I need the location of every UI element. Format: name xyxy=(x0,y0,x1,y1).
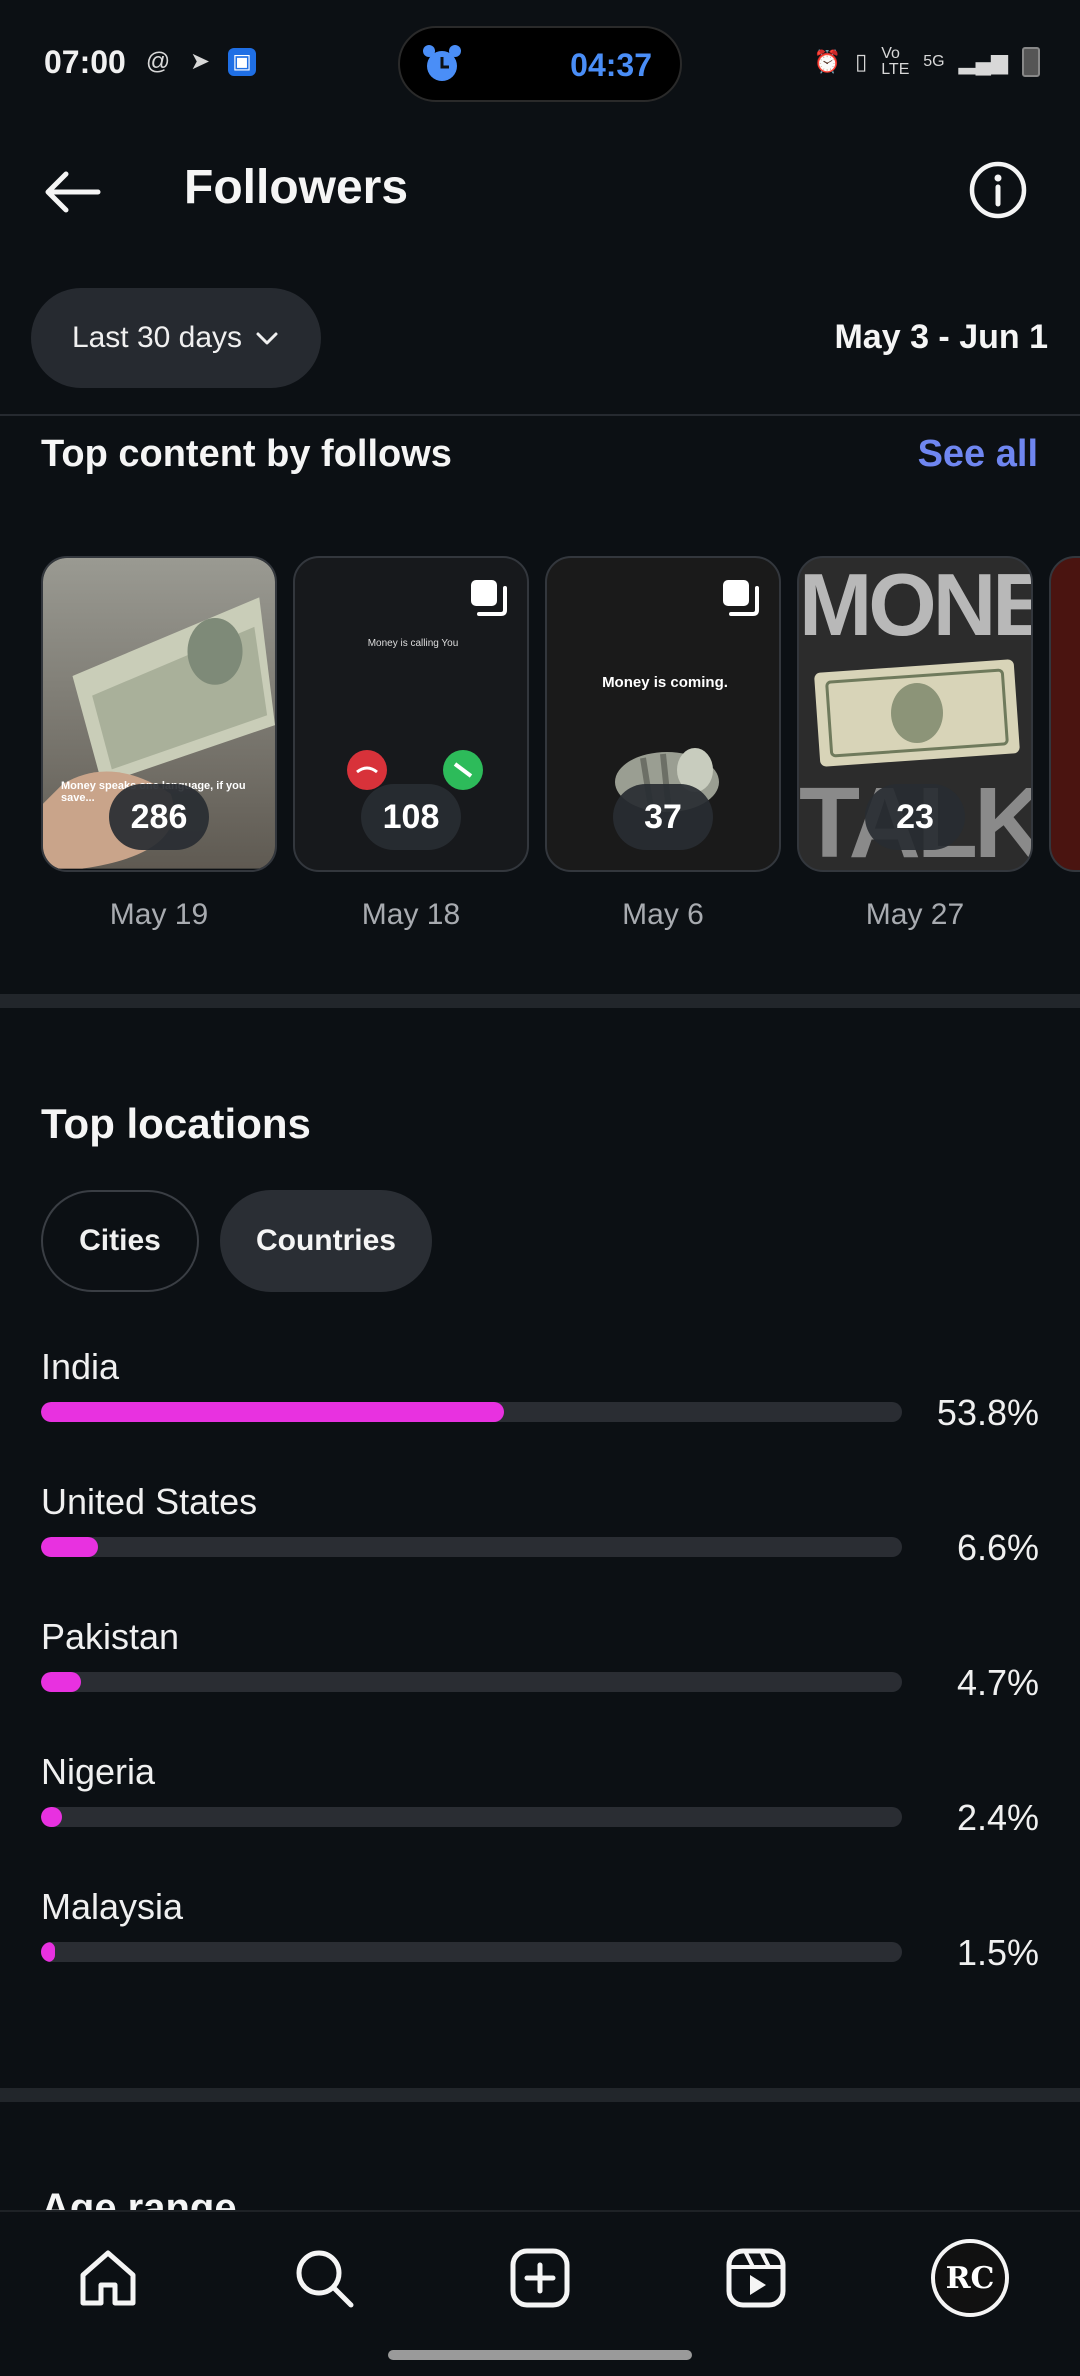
system-icons: ⏰ ▯ Vo LTE 5G ▂▄▆ xyxy=(814,46,1040,78)
thumbnail-date: May 19 xyxy=(109,898,209,931)
divider xyxy=(0,414,1080,416)
info-icon[interactable] xyxy=(968,160,1028,220)
search-icon xyxy=(296,2250,354,2308)
section-divider xyxy=(0,994,1080,1008)
dollar-bill-image xyxy=(814,659,1020,767)
location-percentage: 1.5% xyxy=(956,1932,1039,1973)
location-row: India 53.8% xyxy=(41,1346,1041,1456)
location-name: India xyxy=(41,1346,120,1387)
top-content-title: Top content by follows xyxy=(41,433,452,475)
location-row: Pakistan 4.7% xyxy=(41,1616,1041,1726)
carousel-icon xyxy=(471,580,507,616)
home-icon xyxy=(80,2250,136,2306)
nav-reels[interactable] xyxy=(716,2238,796,2318)
profile-avatar: RC xyxy=(931,2239,1009,2317)
alarm-icon: ⏰ xyxy=(813,49,842,74)
location-percentage: 53.8% xyxy=(936,1392,1039,1433)
see-all-link[interactable]: See all xyxy=(918,433,1038,476)
location-name: Pakistan xyxy=(41,1616,180,1657)
location-percentage: 4.7% xyxy=(956,1662,1039,1703)
location-bar-fill xyxy=(41,1672,81,1692)
location-bar-fill xyxy=(41,1807,62,1827)
section-divider xyxy=(0,2088,1080,2102)
location-bar-fill xyxy=(41,1942,55,1962)
location-bar-track xyxy=(41,1402,902,1422)
nav-profile[interactable]: RC xyxy=(930,2238,1010,2318)
thumbnail-caption-top: MONEY xyxy=(799,556,1031,654)
location-name: Nigeria xyxy=(41,1751,156,1792)
location-bar-track xyxy=(41,1942,902,1962)
threads-icon: @ xyxy=(145,48,171,75)
thumbnail-date: May 18 xyxy=(361,898,461,931)
nav-search[interactable] xyxy=(284,2238,364,2318)
location-row: Malaysia 1.5% xyxy=(41,1886,1041,1996)
nav-home[interactable] xyxy=(68,2238,148,2318)
home-indicator[interactable] xyxy=(388,2350,692,2360)
cities-filter-chip[interactable]: Cities xyxy=(41,1190,199,1292)
status-bar: 07:00 @ ➤ ▣ 04:37 ⏰ ▯ Vo LTE 5G ▂▄▆ xyxy=(0,0,1080,130)
follow-count-badge: 23 xyxy=(865,784,965,850)
location-percentage: 6.6% xyxy=(956,1527,1039,1568)
thumbnail-date: May 6 xyxy=(622,898,704,931)
thumbnail-date: May 27 xyxy=(865,898,965,931)
network-label: 5G xyxy=(923,53,945,70)
content-thumbnail[interactable]: MONEY TALK 23 xyxy=(797,556,1033,872)
page-title: Followers xyxy=(184,161,409,214)
carousel-icon xyxy=(723,580,759,616)
chevron-down-icon xyxy=(256,332,278,345)
content-thumbnail[interactable] xyxy=(1049,556,1080,872)
follow-count-badge: 37 xyxy=(613,784,713,850)
location-bar-fill xyxy=(41,1537,98,1557)
location-row: Nigeria 2.4% xyxy=(41,1751,1041,1861)
top-locations-title: Top locations xyxy=(41,1100,311,1147)
content-thumbnail[interactable]: Money speaks one language, if you save..… xyxy=(41,556,277,872)
location-name: Malaysia xyxy=(41,1886,184,1927)
date-range-dropdown-label: Last 30 days xyxy=(71,321,243,354)
reels-icon xyxy=(726,2248,786,2308)
location-bar-track xyxy=(41,1537,902,1557)
location-bar-fill xyxy=(41,1402,504,1422)
date-range-dropdown[interactable]: Last 30 days xyxy=(31,288,321,388)
battery-icon xyxy=(1022,47,1040,77)
android-icon: ▣ xyxy=(228,48,256,76)
notification-icons: @ ➤ ▣ xyxy=(144,48,256,76)
volte-label: Vo LTE xyxy=(881,45,910,78)
alarm-clock-icon xyxy=(423,45,461,81)
alarm-time: 04:37 xyxy=(570,47,652,83)
plus-square-icon xyxy=(510,2248,570,2308)
status-time: 07:00 xyxy=(44,44,126,80)
signal-icon: ▂▄▆ xyxy=(958,49,1008,74)
alarm-pill[interactable]: 04:37 xyxy=(398,26,682,102)
back-arrow-icon[interactable] xyxy=(40,160,104,224)
location-percentage: 2.4% xyxy=(956,1797,1039,1838)
location-bar-track xyxy=(41,1672,902,1692)
follow-count-badge: 108 xyxy=(361,784,461,850)
location-row: United States 6.6% xyxy=(41,1481,1041,1591)
top-content-carousel[interactable]: Money speaks one language, if you save..… xyxy=(41,556,1080,936)
thumbnail-caption: Money is calling You xyxy=(367,638,459,649)
vibrate-icon: ▯ xyxy=(855,49,868,74)
date-range-text: May 3 - Jun 1 xyxy=(834,318,1048,356)
follow-count-badge: 286 xyxy=(109,784,209,850)
telegram-icon: ➤ xyxy=(189,48,211,75)
location-name: United States xyxy=(41,1481,258,1522)
thumbnail-caption: Money is coming. xyxy=(602,674,728,691)
content-thumbnail[interactable]: Money is coming. 37 xyxy=(545,556,781,872)
nav-create[interactable] xyxy=(500,2238,580,2318)
countries-filter-chip[interactable]: Countries xyxy=(220,1190,432,1292)
content-thumbnail[interactable]: Money is calling You 108 xyxy=(293,556,529,872)
location-bar-track xyxy=(41,1807,902,1827)
